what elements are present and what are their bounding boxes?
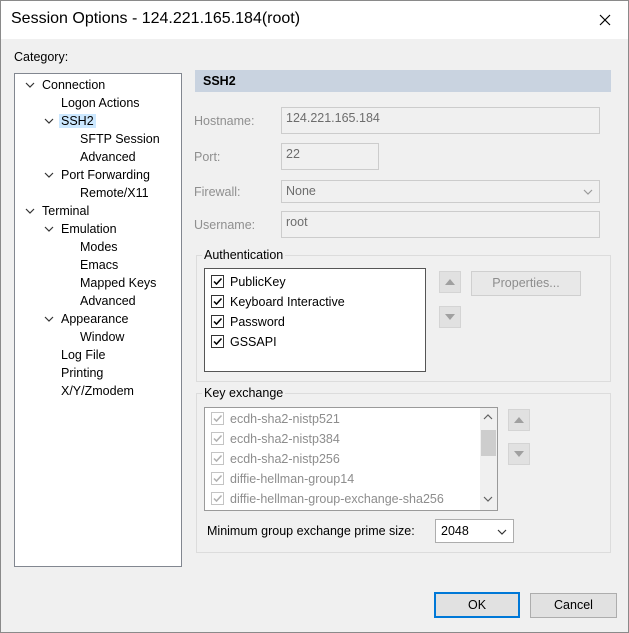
tree-item-emulation-advanced[interactable]: Advanced [78,292,138,310]
section-header: SSH2 [195,70,611,92]
arrow-down-icon [445,314,455,320]
session-options-dialog: Session Options - 124.221.165.184(root) … [0,0,629,633]
hostname-label: Hostname: [194,114,255,128]
tree-item-ssh2[interactable]: SSH2 [44,112,96,130]
hostname-field[interactable]: 124.221.165.184 [281,107,600,134]
tree-item-sftp-session[interactable]: SFTP Session [78,130,162,148]
checkbox[interactable] [211,295,224,309]
username-label: Username: [194,218,256,232]
tree-item-appearance[interactable]: Appearance [44,310,130,328]
tree-item-emacs[interactable]: Emacs [78,256,120,274]
tree-item-ssh2-advanced[interactable]: Advanced [78,148,138,166]
arrow-down-icon[interactable] [483,495,493,503]
checkbox[interactable] [211,452,224,466]
checkbox[interactable] [211,335,224,349]
checkbox[interactable] [211,492,224,506]
chevron-down-icon[interactable] [43,220,55,238]
kex-scrollbar[interactable] [480,408,497,510]
tree-item-logon-actions[interactable]: Logon Actions [59,94,142,112]
tree-item-connection[interactable]: Connection [25,76,107,94]
firewall-select[interactable]: None [281,180,600,203]
checkbox[interactable] [211,472,224,486]
auth-item-keyboard-interactive[interactable]: Keyboard Interactive [211,292,345,312]
scrollbar-thumb[interactable] [481,430,496,456]
chevron-down-icon [583,189,593,195]
arrow-up-icon [514,417,524,423]
auth-move-down-button[interactable] [439,306,461,328]
min-group-value: 2048 [441,524,469,538]
window-title: Session Options - 124.221.165.184(root) [11,10,301,27]
port-field[interactable]: 22 [281,143,379,170]
auth-item-password[interactable]: Password [211,312,285,332]
authentication-list[interactable]: PublicKey Keyboard Interactive Password … [204,268,426,372]
tree-item-remote-x11[interactable]: Remote/X11 [78,184,151,202]
port-label: Port: [194,150,221,164]
chevron-down-icon [497,529,507,535]
checkbox[interactable] [211,315,224,329]
chevron-down-icon[interactable] [43,112,55,130]
tree-item-printing[interactable]: Printing [59,364,105,382]
kex-item[interactable]: ecdh-sha2-nistp521 [211,409,340,429]
chevron-down-icon[interactable] [24,76,36,94]
firewall-value: None [286,184,316,198]
min-group-label: Minimum group exchange prime size: [207,524,415,538]
tree-item-xyzmodem[interactable]: X/Y/Zmodem [59,382,136,400]
tree-item-mapped-keys[interactable]: Mapped Keys [78,274,158,292]
kex-item[interactable]: ecdh-sha2-nistp384 [211,429,340,449]
firewall-label: Firewall: [194,185,241,199]
kex-move-up-button[interactable] [508,409,530,431]
checkbox[interactable] [211,432,224,446]
username-field[interactable]: root [281,211,600,238]
auth-move-up-button[interactable] [439,271,461,293]
tree-item-port-forwarding[interactable]: Port Forwarding [44,166,152,184]
tree-item-emulation[interactable]: Emulation [44,220,119,238]
key-exchange-label: Key exchange [202,386,286,400]
properties-button[interactable]: Properties... [471,271,581,296]
min-group-select[interactable]: 2048 [435,519,514,543]
arrow-up-icon[interactable] [483,413,493,421]
category-label: Category: [14,50,69,64]
checkbox[interactable] [211,412,224,426]
checkbox[interactable] [211,275,224,289]
tree-item-modes[interactable]: Modes [78,238,120,256]
category-tree[interactable]: Connection Logon Actions SSH2 SFTP Sessi… [14,73,182,567]
cancel-button[interactable]: Cancel [530,593,617,618]
close-button[interactable] [582,1,628,39]
kex-item[interactable]: ecdh-sha2-nistp256 [211,449,340,469]
kex-move-down-button[interactable] [508,443,530,465]
authentication-label: Authentication [202,248,286,262]
tree-item-window[interactable]: Window [78,328,126,346]
chevron-down-icon[interactable] [24,202,36,220]
section-title: SSH2 [203,74,236,88]
title-bar: Session Options - 124.221.165.184(root) [1,1,628,39]
ok-button[interactable]: OK [434,592,520,618]
auth-item-gssapi[interactable]: GSSAPI [211,332,277,352]
chevron-down-icon[interactable] [43,310,55,328]
arrow-up-icon [445,279,455,285]
close-icon [599,14,611,26]
tree-item-log-file[interactable]: Log File [59,346,107,364]
tree-item-terminal[interactable]: Terminal [25,202,91,220]
auth-item-publickey[interactable]: PublicKey [211,272,286,292]
chevron-down-icon[interactable] [43,166,55,184]
key-exchange-list[interactable]: ecdh-sha2-nistp521 ecdh-sha2-nistp384 ec… [204,407,498,511]
kex-item[interactable]: diffie-hellman-group-exchange-sha256 [211,489,444,509]
arrow-down-icon [514,451,524,457]
kex-item[interactable]: diffie-hellman-group14 [211,469,354,489]
